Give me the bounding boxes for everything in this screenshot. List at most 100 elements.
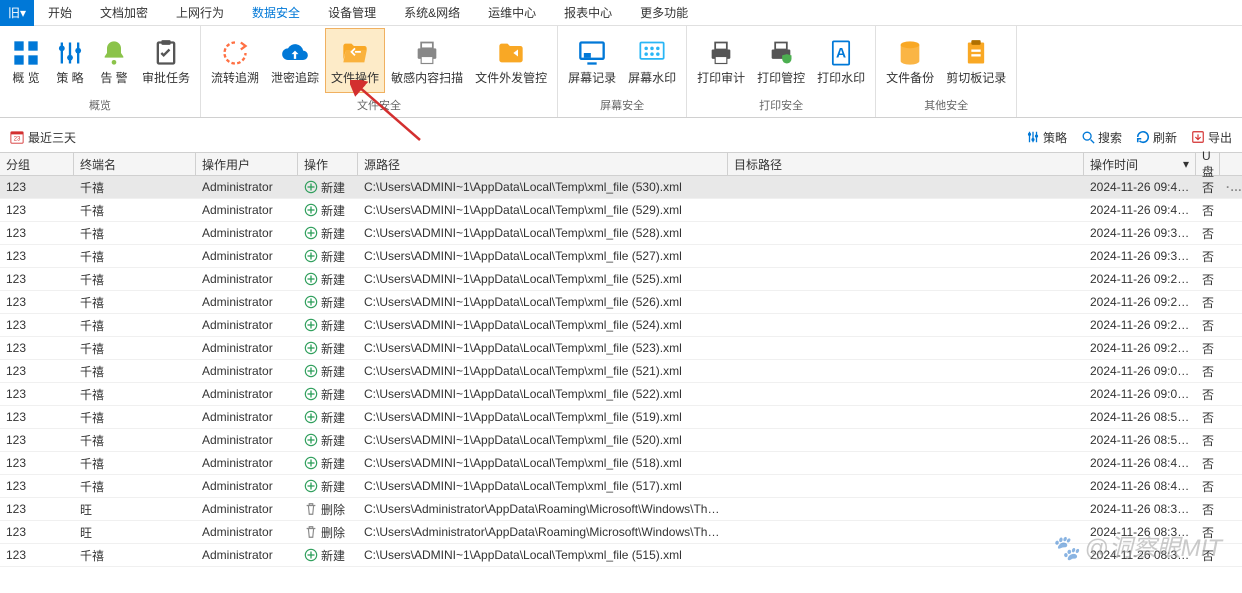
ribbon-btn-文件操作[interactable]: 文件操作 [325, 28, 385, 93]
menu-设备管理[interactable]: 设备管理 [314, 0, 390, 26]
ribbon-btn-审批任务[interactable]: 审批任务 [136, 28, 196, 93]
menu-数据安全[interactable]: 数据安全 [238, 0, 314, 26]
row-more-icon[interactable] [1220, 391, 1242, 397]
row-more-icon[interactable] [1220, 368, 1242, 374]
table-row[interactable]: 123千禧Administrator新建C:\Users\ADMINI~1\Ap… [0, 176, 1242, 199]
table-row[interactable]: 123千禧Administrator新建C:\Users\ADMINI~1\Ap… [0, 314, 1242, 337]
app-logo[interactable]: 旧▾ [0, 0, 34, 26]
th-dst[interactable]: 目标路径 [728, 153, 1084, 175]
th-time[interactable]: 操作时间▾ [1084, 153, 1196, 175]
cell-user: Administrator [196, 292, 298, 312]
cell-user: Administrator [196, 177, 298, 197]
table-row[interactable]: 123旺Administrator删除C:\Users\Administrato… [0, 498, 1242, 521]
menu-文档加密[interactable]: 文档加密 [86, 0, 162, 26]
ribbon-group-title: 屏幕安全 [558, 95, 686, 117]
table-row[interactable]: 123千禧Administrator新建C:\Users\ADMINI~1\Ap… [0, 429, 1242, 452]
cell-time: 2024-11-26 09:44:59 [1084, 200, 1196, 220]
table-row[interactable]: 123千禧Administrator新建C:\Users\ADMINI~1\Ap… [0, 452, 1242, 475]
cell-user: Administrator [196, 338, 298, 358]
th-user[interactable]: 操作用户 [196, 153, 298, 175]
cell-terminal: 千禧 [74, 406, 196, 429]
cell-src: C:\Users\ADMINI~1\AppData\Local\Temp\xml… [358, 384, 728, 404]
create-icon [304, 295, 318, 309]
ribbon-btn-告 警[interactable]: 告 警 [92, 28, 136, 93]
ribbon-btn-文件备份[interactable]: 文件备份 [880, 28, 940, 93]
th-usb[interactable]: U盘 [1196, 153, 1220, 175]
row-more-icon[interactable] [1220, 506, 1242, 512]
recent-filter-label[interactable]: 最近三天 [28, 129, 76, 146]
ribbon-btn-流转追溯[interactable]: 流转追溯 [205, 28, 265, 93]
cell-user: Administrator [196, 476, 298, 496]
table-row[interactable]: 123千禧Administrator新建C:\Users\ADMINI~1\Ap… [0, 268, 1242, 291]
ribbon-btn-文件外发管控[interactable]: 文件外发管控 [469, 28, 553, 93]
table-row[interactable]: 123千禧Administrator新建C:\Users\ADMINI~1\Ap… [0, 360, 1242, 383]
menu-上网行为[interactable]: 上网行为 [162, 0, 238, 26]
ribbon-btn-打印管控[interactable]: 打印管控 [751, 28, 811, 93]
row-more-icon[interactable] [1220, 322, 1242, 328]
cell-time: 2024-11-26 09:39:58 [1084, 246, 1196, 266]
database-icon [894, 37, 926, 69]
table-row[interactable]: 123千禧Administrator新建C:\Users\ADMINI~1\Ap… [0, 383, 1242, 406]
ribbon-group-其他安全: 文件备份剪切板记录其他安全 [876, 26, 1017, 117]
cell-op: 新建 [298, 544, 358, 567]
table-row[interactable]: 123千禧Administrator新建C:\Users\ADMINI~1\Ap… [0, 245, 1242, 268]
table-row[interactable]: 123千禧Administrator新建C:\Users\ADMINI~1\Ap… [0, 199, 1242, 222]
table-row[interactable]: 123千禧Administrator新建C:\Users\ADMINI~1\Ap… [0, 222, 1242, 245]
row-more-icon[interactable] [1220, 460, 1242, 466]
menu-运维中心[interactable]: 运维中心 [474, 0, 550, 26]
row-more-icon[interactable] [1220, 437, 1242, 443]
row-more-icon[interactable] [1220, 414, 1242, 420]
ribbon-btn-概 览[interactable]: 概 览 [4, 28, 48, 93]
ribbon-btn-屏幕记录[interactable]: 屏幕记录 [562, 28, 622, 93]
ribbon-btn-敏感内容扫描[interactable]: 敏感内容扫描 [385, 28, 469, 93]
row-more-icon[interactable] [1220, 529, 1242, 535]
table-row[interactable]: 123旺Administrator删除C:\Users\Administrato… [0, 521, 1242, 544]
table-row[interactable]: 123千禧Administrator新建C:\Users\ADMINI~1\Ap… [0, 544, 1242, 567]
menu-开始[interactable]: 开始 [34, 0, 86, 26]
action-搜索[interactable]: 搜索 [1081, 129, 1122, 146]
printer-icon [705, 37, 737, 69]
table-row[interactable]: 123千禧Administrator新建C:\Users\ADMINI~1\Ap… [0, 291, 1242, 314]
ribbon-btn-剪切板记录[interactable]: 剪切板记录 [940, 28, 1012, 93]
th-group[interactable]: 分组 [0, 153, 74, 175]
clipboard-rec-icon [960, 37, 992, 69]
row-more-icon[interactable] [1220, 230, 1242, 236]
refresh-icon [1136, 130, 1150, 144]
cell-group: 123 [0, 338, 74, 358]
cell-op: 新建 [298, 176, 358, 199]
cell-time: 2024-11-26 09:29:59 [1084, 292, 1196, 312]
th-op[interactable]: 操作 [298, 153, 358, 175]
ribbon-btn-策 略[interactable]: 策 略 [48, 28, 92, 93]
row-more-icon[interactable] [1220, 483, 1242, 489]
th-src[interactable]: 源路径 [358, 153, 728, 175]
menu-系统&网络[interactable]: 系统&网络 [390, 0, 474, 26]
action-导出[interactable]: 导出 [1191, 129, 1232, 146]
action-策略[interactable]: 策略 [1026, 129, 1067, 146]
create-icon [304, 341, 318, 355]
table-row[interactable]: 123千禧Administrator新建C:\Users\ADMINI~1\Ap… [0, 475, 1242, 498]
row-more-icon[interactable] [1220, 345, 1242, 351]
ribbon-btn-打印水印[interactable]: A打印水印 [811, 28, 871, 93]
row-more-icon[interactable] [1220, 253, 1242, 259]
row-more-icon[interactable]: ··· [1220, 177, 1242, 197]
cell-time: 2024-11-26 08:50:06 [1084, 407, 1196, 427]
table-row[interactable]: 123千禧Administrator新建C:\Users\ADMINI~1\Ap… [0, 337, 1242, 360]
row-more-icon[interactable] [1220, 207, 1242, 213]
ribbon-label: 打印审计 [697, 71, 745, 85]
ribbon-label: 剪切板记录 [946, 71, 1006, 85]
th-terminal[interactable]: 终端名 [74, 153, 196, 175]
ribbon-btn-泄密追踪[interactable]: 泄密追踪 [265, 28, 325, 93]
ribbon-btn-打印审计[interactable]: 打印审计 [691, 28, 751, 93]
cell-usb: 否 [1196, 222, 1220, 245]
ribbon-btn-屏幕水印[interactable]: 屏幕水印 [622, 28, 682, 93]
ribbon-label: 打印管控 [757, 71, 805, 85]
cell-usb: 否 [1196, 176, 1220, 199]
table-row[interactable]: 123千禧Administrator新建C:\Users\ADMINI~1\Ap… [0, 406, 1242, 429]
row-more-icon[interactable] [1220, 552, 1242, 558]
menu-更多功能[interactable]: 更多功能 [626, 0, 702, 26]
ribbon-group-title: 打印安全 [687, 95, 875, 117]
row-more-icon[interactable] [1220, 299, 1242, 305]
action-刷新[interactable]: 刷新 [1136, 129, 1177, 146]
menu-报表中心[interactable]: 报表中心 [550, 0, 626, 26]
row-more-icon[interactable] [1220, 276, 1242, 282]
